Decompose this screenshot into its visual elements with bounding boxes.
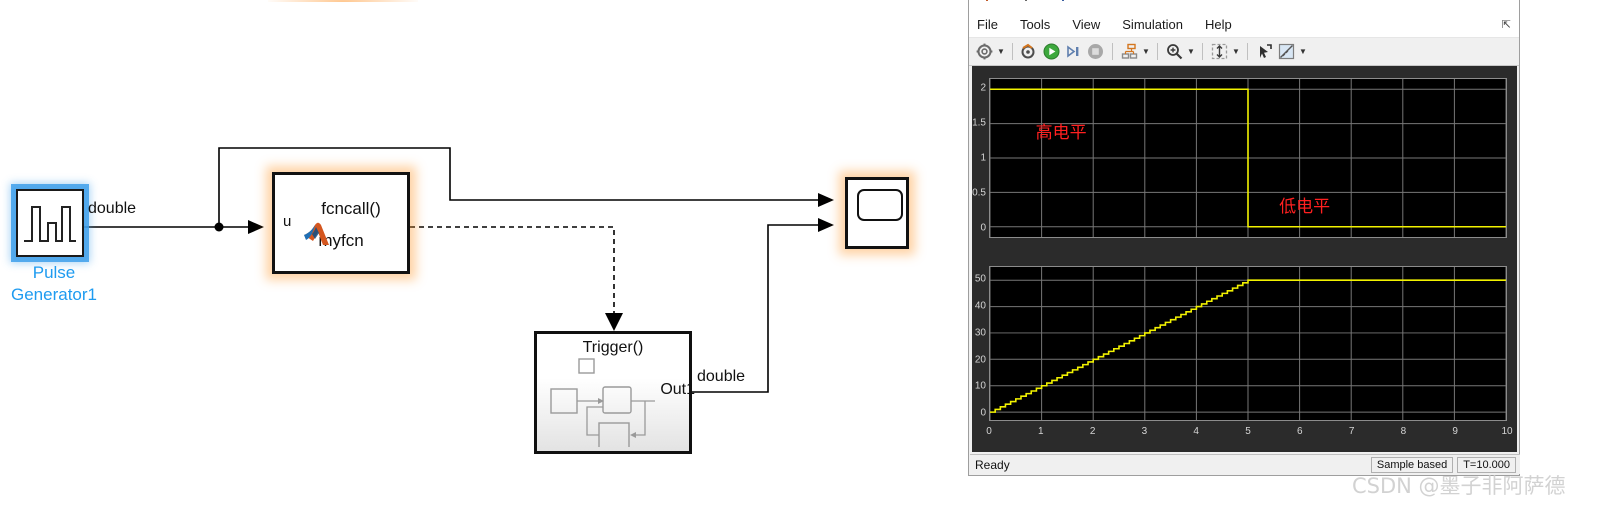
block-trigger-subsystem[interactable]: Trigger() Out1 bbox=[534, 331, 695, 454]
signal-selection-dropdown-caret[interactable]: ▼ bbox=[1142, 47, 1150, 56]
scope-plot-lower[interactable]: 0 10 20 30 40 50 0 1 2 3 4 5 6 7 8 9 10 bbox=[972, 256, 1517, 452]
signal-selection-icon[interactable] bbox=[1120, 42, 1139, 61]
matlab-function-body: fcncall() myfcn bbox=[275, 199, 407, 251]
simulink-link-icon[interactable] bbox=[1020, 42, 1039, 61]
toolbar-separator-3 bbox=[1157, 43, 1158, 60]
y-tick-label: 20 bbox=[974, 354, 986, 365]
y-tick-label: 1 bbox=[980, 152, 986, 164]
menu-view[interactable]: View bbox=[1072, 17, 1100, 32]
step-forward-icon[interactable] bbox=[1064, 42, 1083, 61]
scope-titlebar bbox=[969, 0, 1519, 11]
menu-file[interactable]: File bbox=[977, 17, 998, 32]
x-tick-label: 9 bbox=[1452, 426, 1458, 437]
status-ready: Ready bbox=[975, 457, 1010, 472]
y-tick-label: 2 bbox=[980, 82, 986, 94]
scope-plot-area[interactable]: 0 0.5 1 1.5 2 高电平 低电平 0 10 20 30 40 50 0 1 2 3 4 5 6 7 8 9… bbox=[972, 66, 1517, 452]
signal-label-pulse-out: double bbox=[88, 200, 137, 217]
function-name-text: myfcn bbox=[318, 231, 364, 250]
function-call-text: fcncall() bbox=[321, 199, 381, 218]
annotation-high-level: 高电平 bbox=[1035, 122, 1087, 143]
signal-wires bbox=[84, 147, 834, 393]
y-tick-label: 30 bbox=[974, 327, 986, 339]
toolbar-separator-2 bbox=[1112, 43, 1113, 60]
csdn-watermark: CSDN @墨子非阿萨德 bbox=[1352, 474, 1566, 498]
x-tick-label: 6 bbox=[1297, 426, 1303, 437]
y-tick-label: 10 bbox=[974, 380, 986, 392]
block-label-pulse-generator: Pulse Generator1 bbox=[0, 262, 114, 306]
scope-menubar[interactable]: File Tools View Simulation Help ⇱ bbox=[969, 11, 1519, 38]
scope-toolbar[interactable]: ▼ ▼ ▼ ▼ ▼ bbox=[969, 38, 1519, 66]
signal-label-trigger-out: double bbox=[697, 368, 746, 385]
upper-plot-svg bbox=[989, 79, 1507, 237]
y-tick-label: 1.5 bbox=[972, 117, 986, 129]
lower-axes bbox=[989, 266, 1507, 421]
chevron-overflow-icon[interactable]: ⇱ bbox=[1502, 18, 1511, 31]
toolbar-separator-5 bbox=[1247, 43, 1248, 60]
x-tick-label: 2 bbox=[1089, 426, 1096, 437]
y-tick-label: 40 bbox=[974, 300, 986, 312]
configuration-dropdown-caret[interactable]: ▼ bbox=[997, 47, 1005, 56]
autoscale-icon[interactable] bbox=[1210, 42, 1229, 61]
pulse-label-line2: Generator1 bbox=[11, 285, 97, 304]
toolbar-separator-1 bbox=[1012, 43, 1013, 60]
stop-icon[interactable] bbox=[1086, 42, 1105, 61]
x-tick-label: 5 bbox=[1245, 426, 1251, 437]
measurements-icon[interactable] bbox=[1277, 42, 1296, 61]
x-tick-label: 10 bbox=[1501, 426, 1513, 437]
menu-help[interactable]: Help bbox=[1205, 17, 1232, 32]
lower-plot-svg bbox=[989, 267, 1507, 420]
menu-simulation[interactable]: Simulation bbox=[1122, 17, 1183, 32]
cursor-measurements-icon[interactable] bbox=[1255, 42, 1274, 61]
toolbar-separator-4 bbox=[1202, 43, 1203, 60]
simulink-model-canvas[interactable]: Pulse Generator1 double u fcncall() myfc… bbox=[0, 0, 968, 508]
menu-tools[interactable]: Tools bbox=[1020, 17, 1050, 32]
x-tick-label: 7 bbox=[1348, 426, 1355, 437]
pulse-wave-icon bbox=[18, 191, 82, 255]
x-tick-label: 4 bbox=[1193, 426, 1199, 437]
offscreen-block-glow bbox=[268, 0, 418, 2]
scope-plot-upper[interactable]: 0 0.5 1 1.5 2 高电平 低电平 bbox=[972, 66, 1517, 252]
subsystem-preview-icon bbox=[550, 358, 655, 450]
y-tick-label: 0.5 bbox=[972, 187, 986, 199]
annotation-low-level: 低电平 bbox=[1279, 197, 1331, 218]
matlab-membrane-icon bbox=[303, 221, 333, 252]
scope-window[interactable]: File Tools View Simulation Help ⇱ ▼ ▼ ▼ … bbox=[968, 0, 1520, 476]
upper-axes bbox=[989, 78, 1507, 238]
x-tick-label: 1 bbox=[1038, 426, 1044, 437]
titlebar-icons bbox=[986, 0, 1064, 1]
y-tick-label: 0 bbox=[980, 407, 986, 419]
block-matlab-function[interactable]: u fcncall() myfcn bbox=[272, 172, 410, 274]
x-tick-label: 0 bbox=[986, 426, 992, 437]
zoom-in-icon[interactable] bbox=[1165, 42, 1184, 61]
scope-screen-icon bbox=[857, 189, 903, 221]
run-icon[interactable] bbox=[1042, 42, 1061, 61]
output-port-label-out1: Out1 bbox=[660, 381, 695, 398]
trigger-title: Trigger() bbox=[582, 339, 644, 356]
y-tick-label: 50 bbox=[974, 273, 986, 285]
y-tick-label: 0 bbox=[980, 222, 986, 234]
x-tick-label: 3 bbox=[1141, 426, 1148, 437]
configuration-properties-icon[interactable] bbox=[975, 42, 994, 61]
x-tick-label: 8 bbox=[1400, 426, 1407, 437]
measurements-dropdown-caret[interactable]: ▼ bbox=[1299, 47, 1307, 56]
autoscale-dropdown-caret[interactable]: ▼ bbox=[1232, 47, 1240, 56]
block-pulse-generator[interactable] bbox=[16, 189, 84, 257]
zoom-dropdown-caret[interactable]: ▼ bbox=[1187, 47, 1195, 56]
pulse-label-line1: Pulse bbox=[32, 263, 76, 282]
block-scope[interactable] bbox=[845, 177, 909, 249]
